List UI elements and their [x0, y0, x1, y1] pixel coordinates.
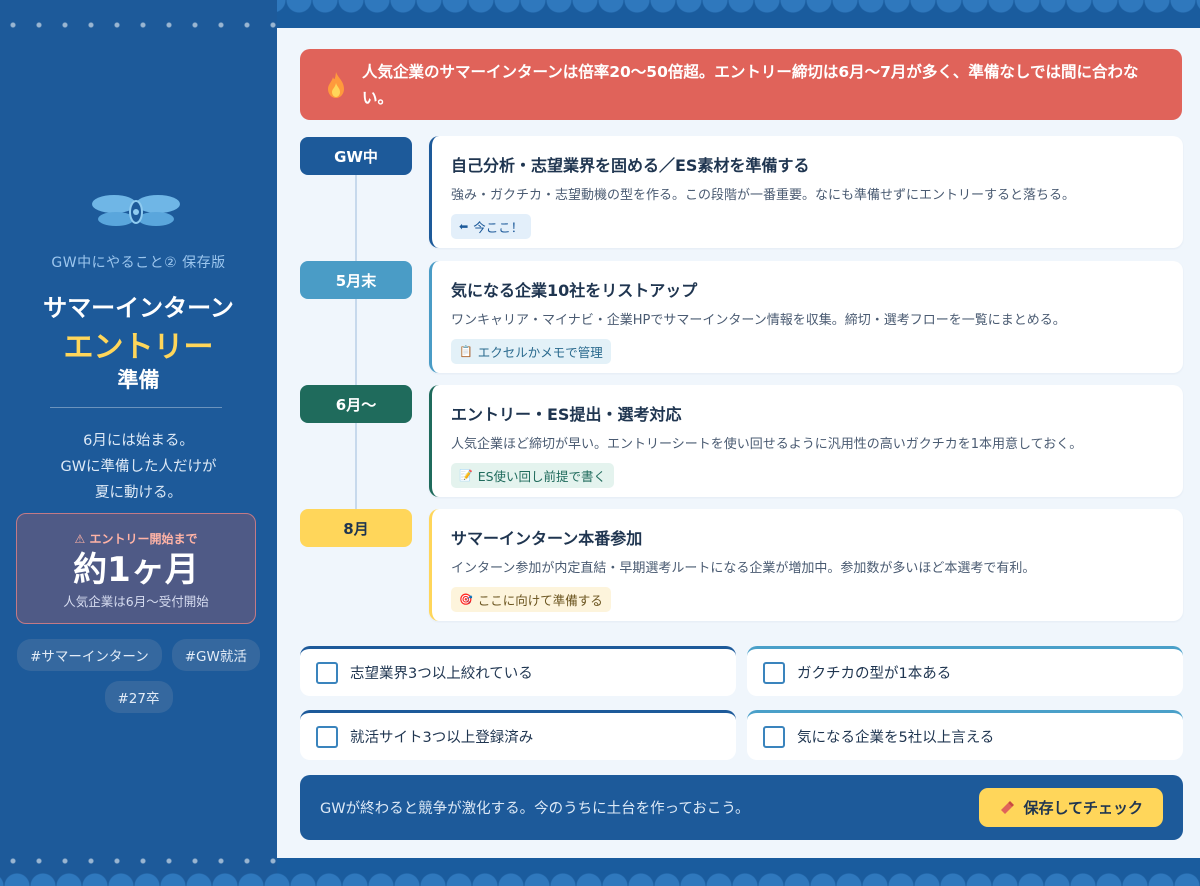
timeline-card-desc: 強み・ガクチカ・志望動機の型を作る。この段階が一番重要。なにも準備せずにエントリ… [451, 188, 1076, 203]
timeline-card-title: サマーインターン本番参加 [451, 529, 643, 548]
timeline-period-may: 5月末 [300, 261, 412, 299]
title-line-3: 準備 [117, 368, 160, 392]
lead-line: 夏に動ける。 [95, 485, 182, 501]
timeline-card-desc: ワンキャリア・マイナビ・企業HPでサマーインターン情報を収集。締切・選考フローを… [451, 313, 1066, 328]
hashtag[interactable]: #27卒 [104, 681, 173, 713]
timeline-line [355, 163, 357, 528]
bookmark-icon [1001, 800, 1015, 814]
timeline-card-desc: インターン参加が内定直結・早期選考ルートになる企業が増加中。参加数が多いほど本選… [451, 561, 1036, 576]
target-icon: 🎯 [459, 593, 473, 606]
main-content: 人気企業のサマーインターンは倍率20〜50倍超。エントリー締切は6月〜7月が多く… [277, 28, 1200, 858]
countdown-value: 約1ヶ月 [73, 550, 199, 590]
timeline-card-chip: 🎯 ここに向けて準備する [451, 587, 611, 612]
footer-message: GWが終わると競争が激化する。今のうちに土台を作っておこう。 [320, 801, 750, 817]
checkbox[interactable] [316, 725, 338, 748]
checkbox[interactable] [763, 725, 785, 748]
countdown-label: ⚠ エントリー開始まで [74, 532, 198, 546]
alert-banner: 人気企業のサマーインターンは倍率20〜50倍超。エントリー締切は6月〜7月が多く… [300, 49, 1182, 120]
hashtag-list: #サマーインターン #GW就活 #27卒 [10, 639, 267, 713]
save-check-label: 保存してチェック [1023, 799, 1143, 817]
timeline-card: サマーインターン本番参加 インターン参加が内定直結・早期選考ルートになる企業が増… [429, 509, 1183, 621]
title-line-1: サマーインターン [43, 294, 234, 322]
fire-icon [328, 71, 344, 98]
sidebar: GW中にやること② 保存版 サマーインターン エントリー 準備 6月には始まる。… [0, 0, 277, 886]
timeline-card-chip: ⬅ 今ここ！ [451, 214, 532, 239]
clipboard-icon: 📋 [459, 345, 473, 358]
timeline-card: エントリー・ES提出・選考対応 人気企業ほど締切が早い。エントリーシートを使い回… [429, 385, 1183, 497]
sidebar-dots-bottom [0, 856, 277, 866]
lead-line: GWに準備した人だけが [60, 459, 217, 475]
sidebar-dots-top [0, 20, 277, 30]
hashtag[interactable]: #GW就活 [171, 639, 260, 671]
checkbox[interactable] [316, 661, 338, 684]
sidebar-divider [50, 407, 222, 408]
lead-line: 6月には始まる。 [83, 433, 194, 449]
dragonfly-icon [92, 195, 180, 226]
chip-label: 今ここ！ [473, 220, 524, 235]
timeline-card-title: 気になる企業10社をリストアップ [451, 281, 698, 300]
title-line-2: エントリー [63, 330, 214, 365]
chip-label: ES使い回し前提で書く [477, 469, 607, 484]
memo-icon: 📝 [459, 469, 473, 482]
checklist-item[interactable]: 就活サイト3つ以上登録済み [300, 710, 736, 760]
timeline-card: 気になる企業10社をリストアップ ワンキャリア・マイナビ・企業HPでサマーインタ… [429, 261, 1183, 373]
timeline-card-desc: 人気企業ほど締切が早い。エントリーシートを使い回せるように汎用性の高いガクチカを… [451, 437, 1083, 452]
timeline-card-chip: 📝 ES使い回し前提で書く [451, 463, 615, 488]
checklist-item[interactable]: 気になる企業を5社以上言える [747, 710, 1183, 760]
timeline-card-title: 自己分析・志望業界を固める／ES素材を準備する [451, 156, 810, 175]
checklist-label: 就活サイト3つ以上登録済み [350, 730, 534, 746]
bottom-wave-border [0, 868, 1200, 886]
save-check-button[interactable]: 保存してチェック [979, 788, 1163, 827]
footer-banner: GWが終わると競争が激化する。今のうちに土台を作っておこう。 保存してチェック [300, 775, 1183, 840]
timeline-period-august: 8月 [300, 509, 412, 547]
countdown-note: 人気企業は6月〜受付開始 [63, 594, 209, 609]
countdown-box: ⚠ エントリー開始まで 約1ヶ月 人気企業は6月〜受付開始 [16, 513, 256, 624]
sidebar-subtitle: GW中にやること② 保存版 [51, 255, 226, 271]
alert-text: 人気企業のサマーインターンは倍率20〜50倍超。エントリー締切は6月〜7月が多く… [362, 62, 1139, 107]
checklist-item[interactable]: 志望業界3つ以上絞れている [300, 646, 736, 696]
timeline-card-chip: 📋 エクセルかメモで管理 [451, 339, 611, 364]
checklist-label: ガクチカの型が1本ある [797, 666, 952, 682]
sidebar-lead: 6月には始まる。 GWに準備した人だけが 夏に動ける。 [0, 428, 277, 506]
chip-label: エクセルかメモで管理 [477, 345, 603, 360]
arrow-left-icon: ⬅ [459, 220, 469, 233]
timeline-card-title: エントリー・ES提出・選考対応 [451, 405, 682, 424]
checklist-label: 気になる企業を5社以上言える [797, 730, 995, 746]
checklist-item[interactable]: ガクチカの型が1本ある [747, 646, 1183, 696]
chip-label: ここに向けて準備する [477, 593, 603, 608]
timeline-period-gw: GW中 [300, 137, 412, 175]
timeline-period-june: 6月〜 [300, 385, 412, 423]
hashtag[interactable]: #サマーインターン [17, 639, 162, 671]
checklist-label: 志望業界3つ以上絞れている [350, 666, 533, 682]
checkbox[interactable] [763, 661, 785, 684]
timeline-card: 自己分析・志望業界を固める／ES素材を準備する 強み・ガクチカ・志望動機の型を作… [429, 136, 1183, 248]
